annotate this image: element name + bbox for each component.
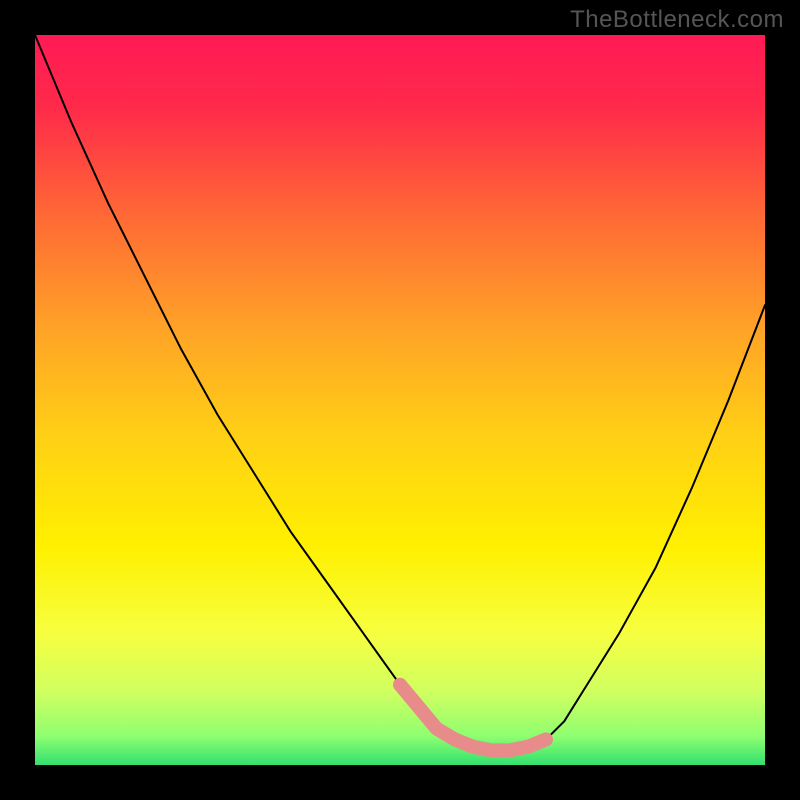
chart-background: [35, 35, 765, 765]
watermark-text: TheBottleneck.com: [570, 6, 784, 34]
chart-stage: TheBottleneck.com: [0, 0, 800, 800]
bottleneck-chart: [0, 0, 800, 800]
